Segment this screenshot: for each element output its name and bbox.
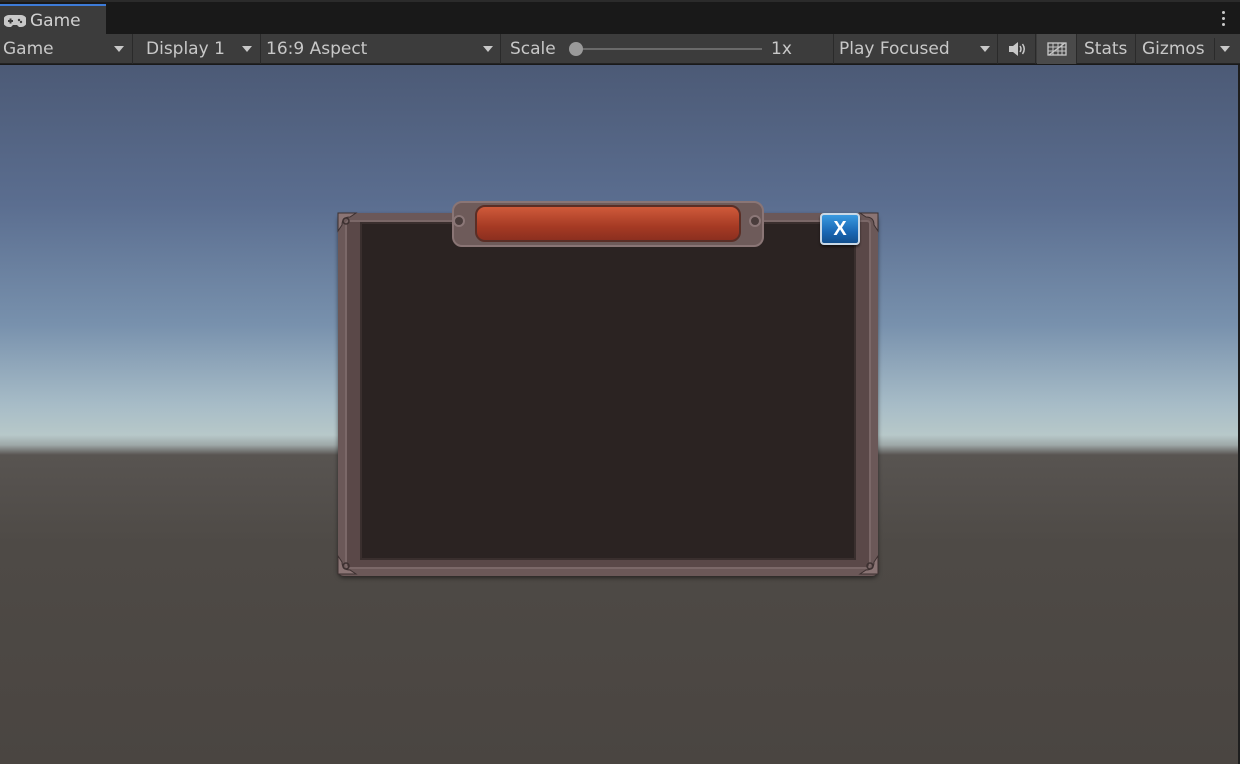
gizmos-menu[interactable]: Gizmos xyxy=(1136,34,1240,64)
corner-ornament-icon xyxy=(858,554,879,575)
tab-bar: Game xyxy=(0,0,1240,36)
dialog-title-bar xyxy=(475,205,741,242)
chevron-down-icon xyxy=(483,46,493,52)
game-toolbar: Game Display 1 16:9 Aspect Scale 1x Play… xyxy=(0,34,1240,64)
scale-slider-track[interactable] xyxy=(580,48,762,50)
dialog-content-area xyxy=(360,222,856,560)
corner-ornament-icon xyxy=(858,212,879,233)
grid-toggle-icon xyxy=(1046,42,1067,56)
play-mode-label: Play Focused xyxy=(839,39,950,59)
mute-audio-button[interactable] xyxy=(998,34,1036,64)
play-mode-select[interactable]: Play Focused xyxy=(834,34,998,64)
corner-ornament-icon xyxy=(337,212,358,233)
display-select[interactable]: Display 1 xyxy=(133,34,261,64)
dialog-close-button[interactable]: X xyxy=(820,213,860,245)
display-select-label: Display 1 xyxy=(146,39,225,59)
rivet-icon xyxy=(749,215,761,227)
scale-label: Scale xyxy=(510,39,556,59)
corner-ornament-icon xyxy=(337,554,358,575)
stats-label: Stats xyxy=(1084,39,1128,59)
rivet-icon xyxy=(453,215,465,227)
view-select-label: Game xyxy=(3,39,54,59)
aspect-select-label: 16:9 Aspect xyxy=(266,39,368,59)
chevron-down-icon xyxy=(242,46,252,52)
view-select[interactable]: Game xyxy=(0,34,133,64)
gizmo-grid-toggle[interactable] xyxy=(1037,34,1077,64)
scale-slider-handle[interactable] xyxy=(569,42,583,56)
tab-label: Game xyxy=(30,11,81,31)
chevron-down-icon xyxy=(114,46,124,52)
tab-game[interactable]: Game xyxy=(0,4,106,36)
scale-value: 1x xyxy=(771,39,792,59)
gamepad-icon xyxy=(4,15,26,27)
aspect-select[interactable]: 16:9 Aspect xyxy=(261,34,501,64)
close-icon: X xyxy=(833,217,847,240)
chevron-down-icon xyxy=(1220,46,1230,52)
gizmos-label: Gizmos xyxy=(1142,39,1205,59)
speaker-icon xyxy=(1008,42,1025,56)
chevron-down-icon xyxy=(980,46,990,52)
stats-button[interactable]: Stats xyxy=(1077,34,1136,64)
more-options-icon[interactable] xyxy=(1222,11,1226,29)
